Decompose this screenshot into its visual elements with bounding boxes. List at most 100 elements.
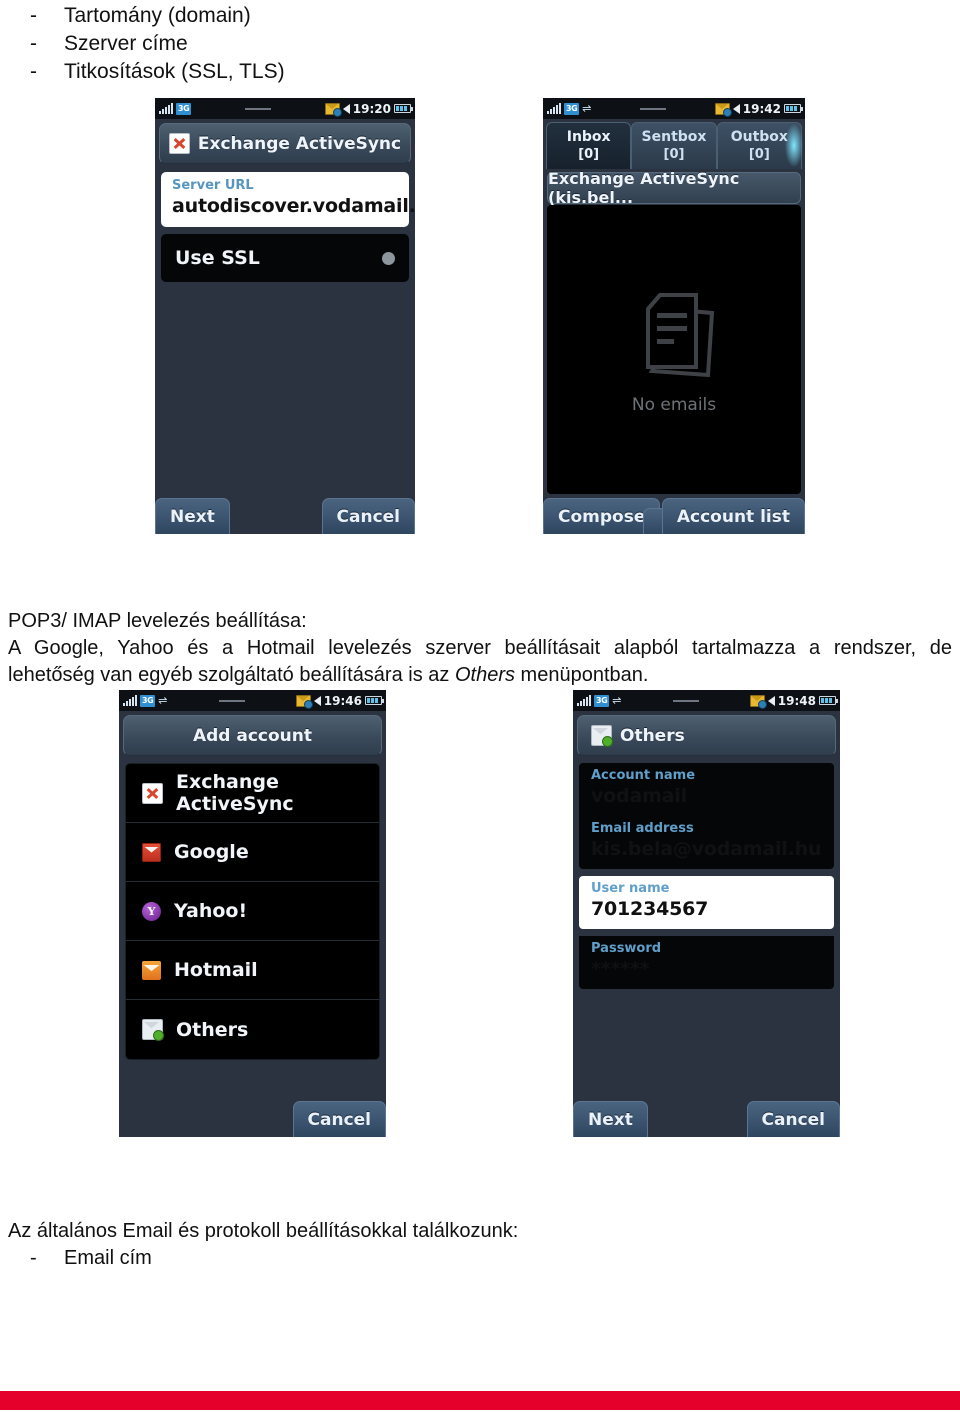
status-right: 19:20 xyxy=(324,101,413,117)
server-url-field[interactable]: Server URL autodiscover.vodamail.hu xyxy=(161,172,415,227)
list-item-label: Szerver címe xyxy=(64,32,188,55)
account-name-field[interactable]: Account name vodamail xyxy=(579,763,834,816)
pop3-body-line-1: A Google, Yahoo és a Hotmail levelezés s… xyxy=(8,637,952,659)
status-bar: 3G ⇌ 19:48 xyxy=(573,690,840,711)
bullet-dash: - xyxy=(30,4,37,27)
list-item-label: Google xyxy=(174,841,249,863)
account-name-label: Exchange ActiveSync (kis.bel... xyxy=(548,169,740,207)
tab-sentbox-count: [0] xyxy=(663,147,685,162)
tab-inbox-count: [0] xyxy=(578,147,600,162)
screen-title: Add account xyxy=(192,725,313,746)
cancel-button[interactable]: Cancel xyxy=(746,1101,840,1137)
status-middle xyxy=(191,107,325,110)
status-right: 19:46 xyxy=(295,693,384,709)
bottom-heading: Az általános Email és protokoll beállítá… xyxy=(8,1220,519,1242)
no-emails-label: No emails xyxy=(631,394,717,415)
list-item-hotmail[interactable]: Hotmail xyxy=(126,941,379,1000)
tab-sentbox[interactable]: Sentbox [0] xyxy=(631,122,717,169)
top-bullet-list: - Tartomány (domain) - Szerver címe - Ti… xyxy=(30,2,650,86)
divider-icon xyxy=(640,107,667,110)
battery-icon xyxy=(394,104,413,113)
server-url-value: autodiscover.vodamail.hu xyxy=(172,195,415,217)
status-left: 3G ⇌ xyxy=(577,694,622,707)
usb-icon: ⇌ xyxy=(582,102,592,115)
account-type-list: Exchange ActiveSync Google Y Yahoo! Hotm… xyxy=(125,763,380,1060)
list-item-yahoo[interactable]: Y Yahoo! xyxy=(126,882,379,941)
phone-screenshot-others-form: 3G ⇌ 19:48 Others Account name vodamail … xyxy=(573,690,840,1137)
list-item-label: Tartomány (domain) xyxy=(64,4,251,27)
password-value: ****** xyxy=(591,958,650,980)
password-field[interactable]: Password ****** xyxy=(579,936,834,989)
status-middle xyxy=(167,699,295,702)
list-item: - Tartomány (domain) xyxy=(30,2,650,30)
next-button[interactable]: Next xyxy=(573,1101,648,1137)
footer-accent-bar xyxy=(0,1391,960,1410)
pop3-body-part-b: menüpontban. xyxy=(514,664,649,686)
list-item-label: Yahoo! xyxy=(174,900,248,922)
account-list-button[interactable]: Account list xyxy=(661,498,805,534)
signal-bars-icon xyxy=(577,695,591,706)
list-item: - Szerver címe xyxy=(30,30,650,58)
status-middle xyxy=(591,107,714,110)
list-item-label: Others xyxy=(176,1018,249,1041)
email-address-label: Email address xyxy=(591,821,694,836)
account-selector-bar[interactable]: Exchange ActiveSync (kis.bel... xyxy=(547,169,801,207)
exchange-activesync-icon xyxy=(168,133,190,154)
battery-icon xyxy=(784,104,803,113)
cancel-button[interactable]: Cancel xyxy=(292,1101,386,1137)
status-middle xyxy=(621,699,749,702)
cancel-button[interactable]: Cancel xyxy=(321,498,415,534)
status-clock: 19:46 xyxy=(323,693,362,708)
account-name-value: vodamail xyxy=(591,785,687,807)
screen-title-bar: Exchange ActiveSync xyxy=(159,123,411,164)
google-icon xyxy=(142,842,161,862)
battery-icon xyxy=(819,696,838,705)
mail-list-empty-area: No emails xyxy=(547,205,801,494)
phone-screenshot-mailbox: 3G ⇌ 19:42 Inbox [0] Sentbox [0] Outbox … xyxy=(543,98,805,534)
bullet-dash: - xyxy=(30,1247,37,1269)
soft-key-bar: Cancel xyxy=(119,1101,386,1137)
use-ssl-toggle[interactable] xyxy=(382,251,395,265)
others-icon xyxy=(591,725,613,747)
new-mail-icon xyxy=(324,102,342,117)
status-left: 3G ⇌ xyxy=(123,694,167,707)
battery-icon xyxy=(365,696,384,705)
network-type-badge: 3G xyxy=(176,102,192,115)
list-item-others[interactable]: Others xyxy=(126,1000,379,1059)
email-address-field[interactable]: Email address kis.bela@vodamail.hu xyxy=(579,816,834,869)
list-item-exchange-activesync[interactable]: Exchange ActiveSync xyxy=(126,764,379,823)
soft-key-bar: Compose Account list xyxy=(543,498,805,534)
usb-icon: ⇌ xyxy=(612,694,622,707)
status-clock: 19:42 xyxy=(742,101,781,116)
status-right: 19:48 xyxy=(749,694,838,709)
status-left: 3G ⇌ xyxy=(547,102,592,115)
screen-title: Others xyxy=(620,725,685,746)
soft-key-bar: Next Cancel xyxy=(155,498,415,534)
status-bar: 3G ⇌ 19:46 xyxy=(119,690,386,711)
user-name-field[interactable]: User name 701234567 xyxy=(579,876,834,929)
list-item-google[interactable]: Google xyxy=(126,823,379,882)
speaker-icon xyxy=(767,695,775,706)
status-bar: 3G ⇌ 19:42 xyxy=(543,98,805,119)
pop3-heading: POP3/ IMAP levelezés beállítása: xyxy=(8,610,307,632)
next-button[interactable]: Next xyxy=(155,498,230,534)
network-type-badge: 3G xyxy=(140,694,156,707)
divider-icon xyxy=(218,699,245,702)
signal-bars-icon xyxy=(547,103,561,114)
pop3-body-line-2: lehetőség van egyéb szolgáltató beállítá… xyxy=(8,662,952,689)
screen-title-bar: Others xyxy=(577,715,836,756)
screen-title: Exchange ActiveSync xyxy=(197,133,402,154)
others-menu-emphasis: Others xyxy=(454,664,515,686)
user-name-label: User name xyxy=(591,881,670,896)
phone-screenshot-add-account: 3G ⇌ 19:46 Add account Exchange ActiveSy… xyxy=(119,690,386,1137)
list-item-label: Hotmail xyxy=(174,959,258,981)
use-ssl-row[interactable]: Use SSL xyxy=(161,234,409,282)
status-clock: 19:20 xyxy=(352,101,391,116)
list-item-label: Email cím xyxy=(64,1247,152,1269)
tab-inbox[interactable]: Inbox [0] xyxy=(546,122,632,169)
network-type-badge: 3G xyxy=(594,694,610,707)
server-url-label: Server URL xyxy=(172,178,254,193)
password-label: Password xyxy=(591,941,662,956)
tab-sentbox-label: Sentbox xyxy=(641,129,707,145)
divider-icon xyxy=(672,699,699,702)
